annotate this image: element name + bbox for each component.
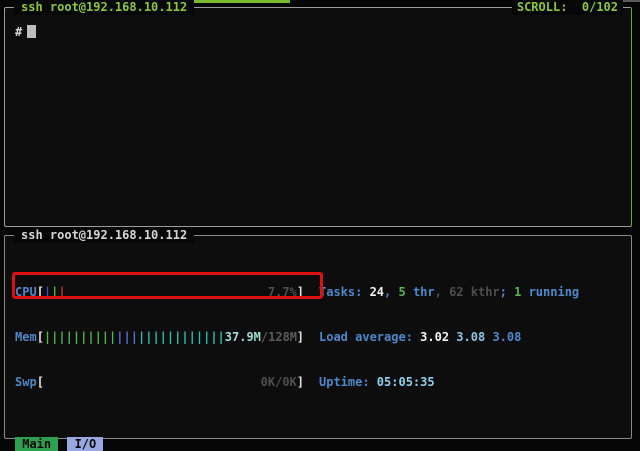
- mem-total-value: /128M: [261, 330, 297, 345]
- load-15min: 3.08: [492, 330, 521, 344]
- uptime-line: Uptime: 05:05:35: [319, 375, 579, 390]
- load-average-line: Load average: 3.02 3.08 3.08: [319, 330, 579, 345]
- top-edge-green-strip: [185, 0, 290, 3]
- scroll-label: SCROLL:: [517, 0, 568, 14]
- htop-app: CPU[|||7.7%] Mem[|||||||||||||||||||||||…: [5, 236, 631, 438]
- pane-bottom-htop[interactable]: ssh root@192.168.10.112 CPU[|||7.7%] Mem…: [4, 235, 632, 439]
- mem-used-value: 37.9M: [225, 330, 261, 345]
- tasks-count: 24: [370, 285, 384, 299]
- mem-meter-label: Mem: [15, 330, 37, 345]
- scroll-value: 0/102: [582, 0, 618, 14]
- htop-summary: Tasks: 24, 5 thr, 62 kthr; 1 running Loa…: [319, 255, 579, 420]
- mem-meter-ticks: |||||||||||||||||||||||||: [44, 330, 225, 345]
- bracket: ]: [297, 285, 304, 300]
- terminal-screen: ssh root@192.168.10.112 SCROLL: 0/102 # …: [0, 0, 640, 451]
- tasks-line: Tasks: 24, 5 thr, 62 kthr; 1 running: [319, 285, 579, 300]
- thread-count: 5: [398, 285, 405, 299]
- shell-prompt: #: [15, 25, 22, 39]
- bracket: ]: [297, 375, 304, 390]
- cpu-meter-label: CPU: [15, 285, 37, 300]
- load-label: Load average:: [319, 330, 420, 344]
- load-1min: 3.02: [420, 330, 449, 344]
- uptime-value: 05:05:35: [377, 375, 435, 389]
- htop-tabs: Main I/O: [5, 437, 631, 451]
- bracket: [: [37, 285, 44, 300]
- tab-main[interactable]: Main: [15, 437, 58, 451]
- pane-top-title: ssh root@192.168.10.112: [14, 0, 194, 15]
- cpu-meter-ticks: |||: [44, 285, 66, 300]
- bracket: [: [37, 375, 44, 390]
- text-cursor: [27, 25, 36, 38]
- pane-top-ssh[interactable]: ssh root@192.168.10.112 SCROLL: 0/102 #: [4, 7, 632, 227]
- cpu-meter-value: 7.7%: [268, 285, 297, 300]
- tasks-label: Tasks:: [319, 285, 370, 299]
- uptime-label: Uptime:: [319, 375, 377, 389]
- swap-meter-value: 0K/0K: [261, 375, 297, 390]
- kthread-count: 62 kthr: [449, 285, 500, 299]
- bracket: ]: [297, 330, 304, 345]
- tab-io[interactable]: I/O: [67, 437, 103, 451]
- scroll-indicator: SCROLL: 0/102: [512, 0, 623, 15]
- bracket: [: [37, 330, 44, 345]
- load-5min: 3.08: [456, 330, 485, 344]
- swap-meter-label: Swp: [15, 375, 37, 390]
